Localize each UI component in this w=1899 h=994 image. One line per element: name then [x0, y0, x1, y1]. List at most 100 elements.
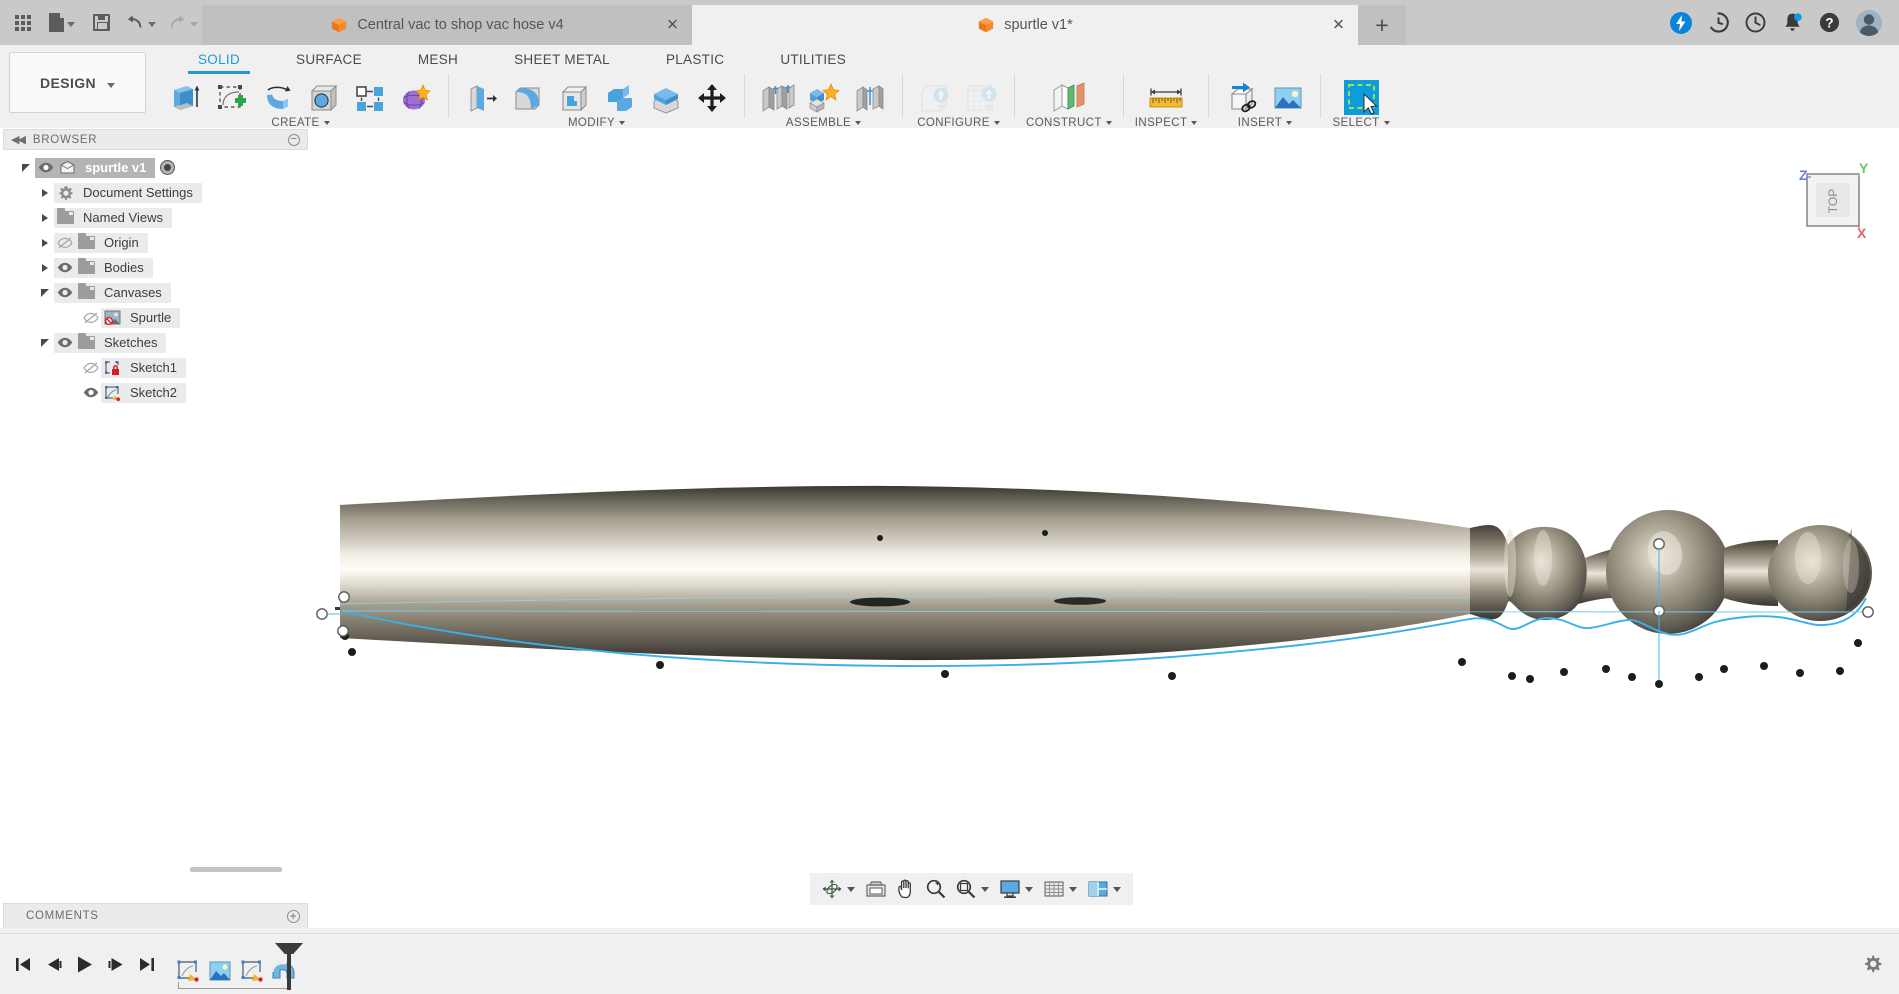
ribbon-tab-surface[interactable]: SURFACE [268, 45, 390, 74]
activate-component-radio[interactable] [160, 160, 176, 175]
joint-tool[interactable] [802, 76, 845, 120]
measure-tool[interactable] [1137, 76, 1195, 120]
shell-tool[interactable] [552, 76, 595, 120]
timeline-feature-sketch1[interactable] [173, 956, 202, 985]
ribbon-tab-solid[interactable]: SOLID [170, 45, 268, 74]
visibility-eye-icon[interactable] [54, 282, 75, 303]
canvas-tool[interactable] [1266, 76, 1309, 120]
select-tool[interactable] [1334, 76, 1388, 120]
ribbon-tab-mesh[interactable]: MESH [390, 45, 486, 74]
tree-node-spurtle-canvas[interactable]: Spurtle [3, 305, 308, 330]
redo-button[interactable] [162, 4, 202, 42]
undo-button[interactable] [120, 4, 160, 42]
fit-button[interactable] [951, 875, 980, 903]
visibility-eye-hidden-icon[interactable] [80, 308, 101, 328]
offset-face-tool[interactable] [644, 76, 687, 120]
timeline-scrollbar-thumb[interactable] [190, 867, 282, 872]
tree-node-bodies[interactable]: Bodies [3, 255, 308, 280]
create-form-tool[interactable] [394, 76, 437, 120]
tree-node-named-views[interactable]: Named Views [3, 205, 308, 230]
new-file-button[interactable] [42, 4, 82, 42]
workspace-switcher-button[interactable]: DESIGN [9, 52, 146, 113]
pattern-tool[interactable] [348, 76, 391, 120]
tree-node-origin[interactable]: Origin [3, 230, 308, 255]
ribbon-tab-plastic[interactable]: PLASTIC [638, 45, 752, 74]
help-icon[interactable]: ? [1818, 11, 1841, 34]
visibility-eye-hidden-icon[interactable] [54, 232, 75, 253]
ribbon-tab-sheet-metal[interactable]: SHEET METAL [486, 45, 638, 74]
fit-dropdown-icon[interactable] [981, 886, 989, 892]
go-to-beginning-button[interactable] [14, 956, 33, 973]
close-icon[interactable]: ✕ [665, 18, 680, 33]
display-settings-button[interactable] [995, 875, 1024, 903]
viewports-button[interactable] [1083, 875, 1112, 903]
expander-open-icon[interactable] [36, 288, 54, 297]
avatar[interactable] [1855, 9, 1883, 37]
look-at-button[interactable] [861, 875, 890, 903]
job-status-icon[interactable] [1707, 11, 1730, 34]
create-configuration-tool[interactable] [914, 76, 957, 120]
recent-activity-icon[interactable] [1744, 11, 1767, 34]
play-button[interactable] [74, 955, 96, 974]
as-built-joint-tool[interactable] [848, 76, 891, 120]
document-tab-1[interactable]: spurtle v1* ✕ [692, 5, 1358, 45]
visibility-eye-icon[interactable] [80, 383, 101, 403]
timeline-playhead-marker[interactable] [287, 943, 291, 990]
app-grid-button[interactable] [6, 4, 40, 42]
tree-node-sketches[interactable]: Sketches [3, 330, 308, 355]
timeline-feature-sketch2[interactable] [237, 956, 266, 985]
fusion-updates-icon[interactable] [1669, 11, 1693, 35]
expander-open-icon[interactable] [36, 338, 54, 347]
expander-closed-icon[interactable] [36, 213, 54, 222]
browser-minimize-button[interactable]: − [288, 133, 300, 146]
fillet-tool[interactable] [506, 76, 549, 120]
visibility-eye-icon[interactable] [54, 332, 75, 353]
step-forward-button[interactable] [107, 956, 126, 973]
hole-tool[interactable] [302, 76, 345, 120]
move-copy-tool[interactable] [690, 76, 733, 120]
configuration-table-tool[interactable] [960, 76, 1003, 120]
tree-node-sketch2[interactable]: Sketch2 [3, 380, 308, 405]
tree-node-sketch1[interactable]: Sketch1 [3, 355, 308, 380]
press-pull-tool[interactable] [460, 76, 503, 120]
save-button[interactable] [84, 4, 118, 42]
create-sketch-tool[interactable] [210, 76, 253, 120]
new-component-tool[interactable] [756, 76, 799, 120]
collapse-left-icon[interactable]: ◀◀ [11, 133, 26, 146]
go-to-end-button[interactable] [137, 956, 156, 973]
expander-closed-icon[interactable] [36, 263, 54, 272]
document-tab-0[interactable]: Central vac to shop vac hose v4 ✕ [202, 5, 692, 45]
expander-open-icon[interactable] [17, 163, 35, 172]
visibility-eye-hidden-icon[interactable] [80, 358, 101, 378]
settings-gear-button[interactable] [1862, 954, 1883, 978]
timeline-feature-canvas[interactable] [205, 956, 234, 985]
orbit-button[interactable] [817, 875, 846, 903]
grid-snaps-button[interactable] [1039, 875, 1068, 903]
expander-closed-icon[interactable] [36, 238, 54, 247]
tree-node-spurtle-v1[interactable]: spurtle v1 [3, 155, 308, 180]
new-tab-button[interactable]: + [1358, 5, 1406, 45]
revolve-tool[interactable] [256, 76, 299, 120]
display-dropdown-icon[interactable] [1025, 886, 1033, 892]
tree-node-document-settings[interactable]: Document Settings [3, 180, 308, 205]
offset-plane-tool[interactable] [1042, 76, 1096, 120]
notifications-icon[interactable] [1781, 11, 1804, 34]
add-comment-button[interactable]: + [287, 909, 300, 923]
orbit-dropdown-icon[interactable] [847, 886, 855, 892]
step-back-button[interactable] [44, 956, 63, 973]
viewports-dropdown-icon[interactable] [1113, 886, 1121, 892]
zoom-button[interactable] [921, 875, 950, 903]
view-cube[interactable]: TOP Z Y X [1787, 156, 1879, 248]
visibility-eye-icon[interactable] [35, 157, 56, 178]
visibility-eye-icon[interactable] [54, 257, 75, 278]
insert-derive-tool[interactable] [1220, 76, 1263, 120]
comments-panel-header[interactable]: COMMENTS + [3, 903, 308, 929]
expander-closed-icon[interactable] [36, 188, 54, 197]
timeline-feature-form[interactable] [269, 956, 298, 985]
combine-tool[interactable] [598, 76, 641, 120]
pan-button[interactable] [891, 875, 920, 903]
grid-dropdown-icon[interactable] [1069, 886, 1077, 892]
tree-node-canvases[interactable]: Canvases [3, 280, 308, 305]
extrude-tool[interactable] [164, 76, 207, 120]
ribbon-tab-utilities[interactable]: UTILITIES [752, 45, 874, 74]
